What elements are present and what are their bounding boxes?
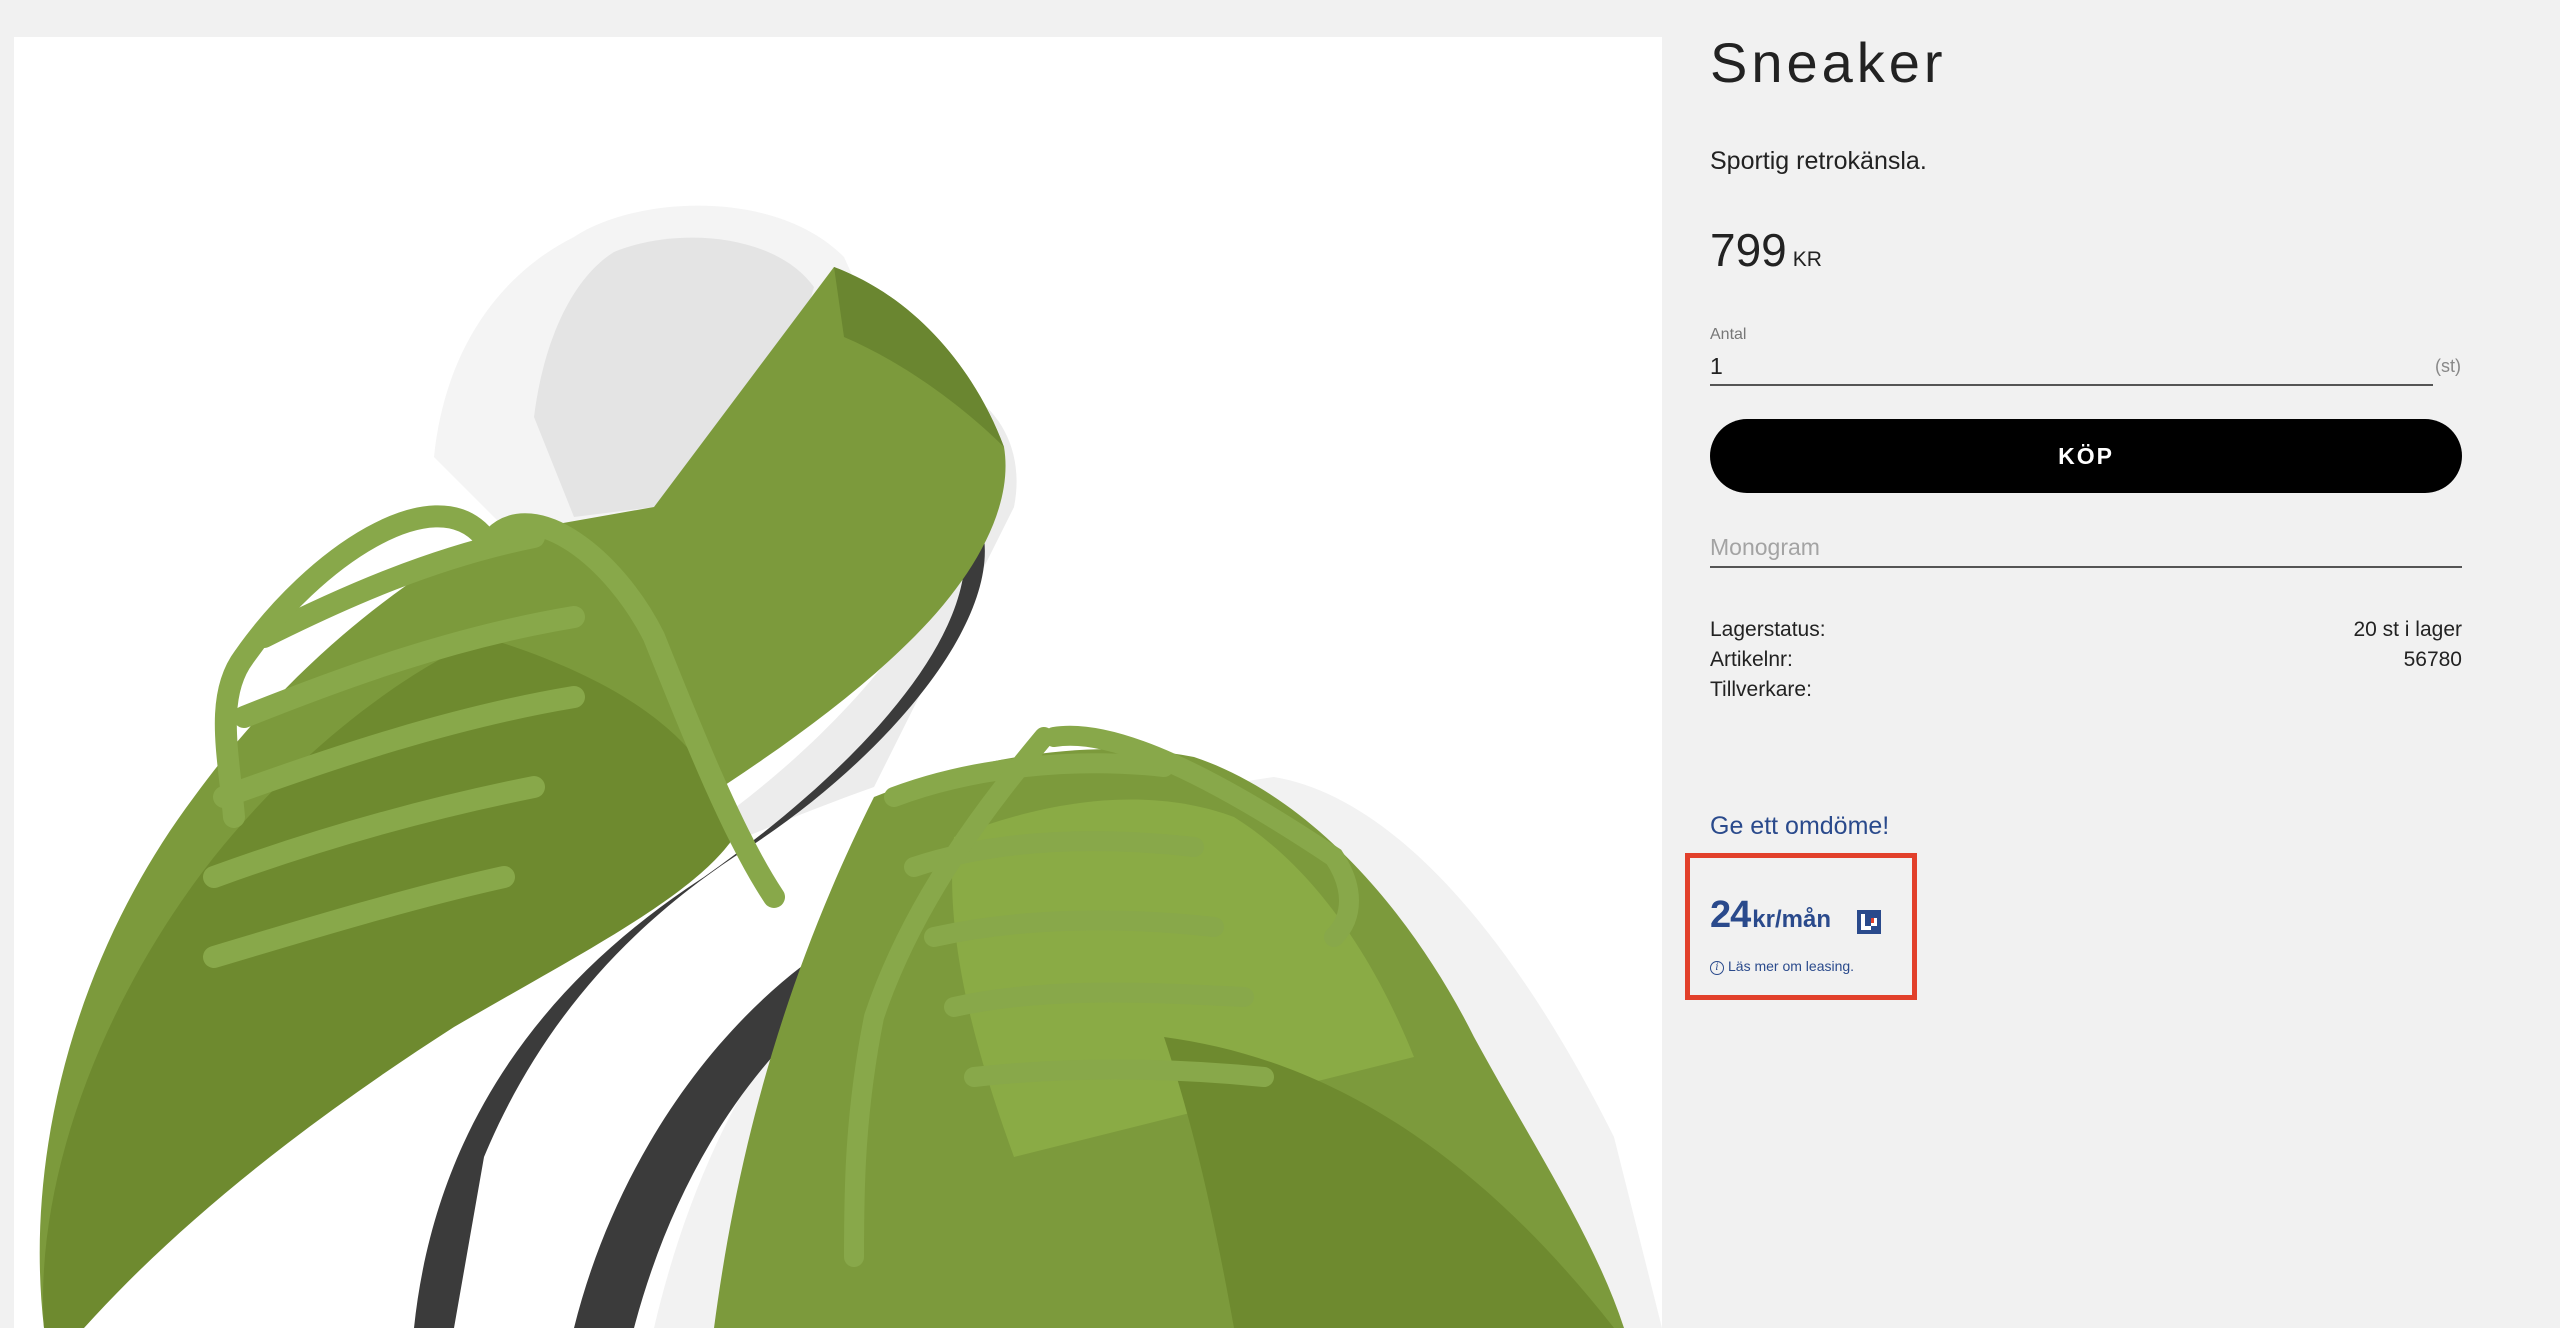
spec-label: Tillverkare: <box>1710 678 1812 701</box>
leasing-amount: 24 <box>1710 894 1751 936</box>
spec-label: Lagerstatus: <box>1710 618 1826 641</box>
product-subtitle: Sportig retrokänsla. <box>1710 147 1927 175</box>
buy-button[interactable]: KÖP <box>1710 419 2462 493</box>
leasing-price: 24kr/mån <box>1710 894 1831 937</box>
spec-row-article: Artikelnr: 56780 <box>1710 645 2462 675</box>
spec-label: Artikelnr: <box>1710 648 1793 671</box>
price-currency: KR <box>1792 248 1822 271</box>
quantity-unit: (st) <box>2435 356 2461 376</box>
monogram-input[interactable] <box>1710 528 2462 568</box>
product-image[interactable] <box>14 37 1662 1328</box>
quantity-label: Antal <box>1710 326 1747 343</box>
product-price: 799 KR <box>1710 222 1822 290</box>
leasing-logo-icon <box>1857 910 1881 934</box>
info-icon: i <box>1710 961 1724 975</box>
product-page: Sneaker Sportig retrokänsla. 799 KR Antal… <box>0 0 2560 1328</box>
write-review-link[interactable]: Ge ett omdöme! <box>1710 812 1889 841</box>
spec-row-stock: Lagerstatus: 20 st i lager <box>1710 615 2462 645</box>
spec-value: 20 st i lager <box>2353 618 2462 641</box>
leasing-info-text: Läs mer om leasing. <box>1728 958 1855 974</box>
spec-row-manufacturer: Tillverkare: <box>1710 675 2462 705</box>
product-title: Sneaker <box>1710 31 1947 94</box>
sneaker-photo-icon <box>39 205 1662 1328</box>
quantity-input[interactable] <box>1710 348 2433 386</box>
price-amount: 799 <box>1710 224 1787 276</box>
spec-list: Lagerstatus: 20 st i lager Artikelnr: 56… <box>1710 615 2462 705</box>
leasing-widget[interactable]: 24kr/mån i Läs mer om leasing. <box>1685 853 1917 1000</box>
leasing-unit: kr/mån <box>1752 906 1831 933</box>
leasing-info-link[interactable]: i Läs mer om leasing. <box>1710 958 1854 975</box>
spec-value: 56780 <box>2403 648 2462 671</box>
